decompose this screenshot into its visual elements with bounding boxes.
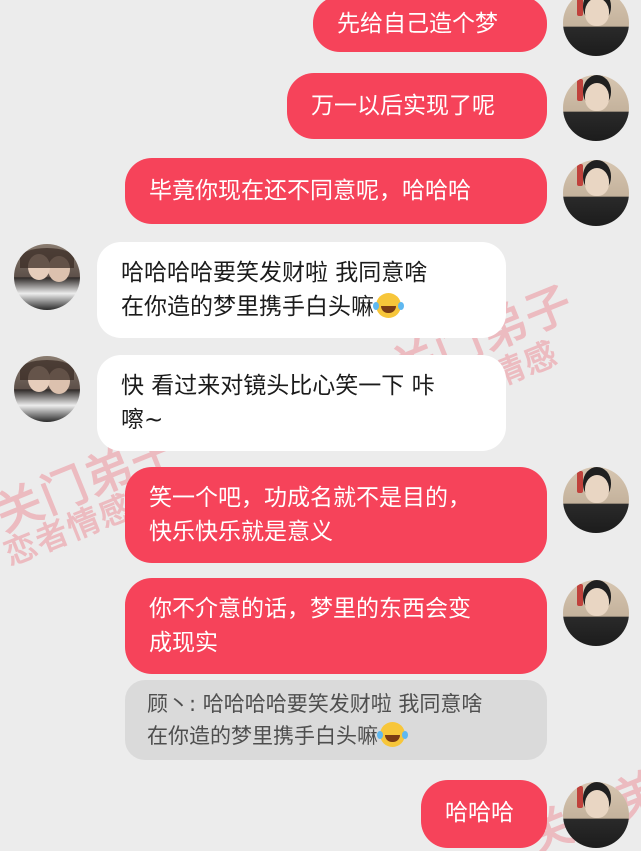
chat-view[interactable]: 关门弟子 恋者情感 关门弟子 恋者情感 关门弟子 先给自己造个梦 万一以后实现了… <box>0 0 641 851</box>
contact-avatar[interactable] <box>14 244 80 310</box>
message-text: 先给自己造个梦 <box>337 11 498 37</box>
message-text: 万一以后实现了呢 <box>311 93 495 119</box>
message-text-line: 快乐快乐就是意义 <box>149 519 333 545</box>
message-bubble-received[interactable]: 哈哈哈哈要笑发财啦 我同意啥 在你造的梦里携手白头嘛 <box>97 242 506 338</box>
message-text-line: 快 看过来对镜头比心笑一下 咔 <box>121 373 435 399</box>
message-bubble-sent[interactable]: 笑一个吧，功成名就不是目的， 快乐快乐就是意义 <box>125 467 547 563</box>
contact-avatar[interactable] <box>14 356 80 422</box>
laughing-tears-emoji-icon <box>373 293 401 318</box>
message-text-line: 哈哈哈哈要笑发财啦 我同意啥 <box>121 260 428 286</box>
my-avatar[interactable] <box>563 75 629 141</box>
my-avatar[interactable] <box>563 160 629 226</box>
my-avatar[interactable] <box>563 0 629 56</box>
message-bubble-sent[interactable]: 万一以后实现了呢 <box>287 73 547 139</box>
quoted-message[interactable]: 顾丶: 哈哈哈哈要笑发财啦 我同意啥 在你造的梦里携手白头嘛 <box>125 680 547 760</box>
message-bubble-sent[interactable]: 先给自己造个梦 <box>313 0 547 52</box>
watermark: 恋者情感 <box>0 486 139 573</box>
message-bubble-sent[interactable]: 你不介意的话，梦里的东西会变 成现实 <box>125 578 547 674</box>
message-bubble-received[interactable]: 快 看过来对镜头比心笑一下 咔 嚓~ <box>97 355 506 451</box>
message-text-line: 在你造的梦里携手白头嘛 <box>121 290 506 324</box>
my-avatar[interactable] <box>563 580 629 646</box>
my-avatar[interactable] <box>563 782 629 848</box>
quoted-text-line: 在你造的梦里携手白头嘛 <box>147 720 547 752</box>
message-text-line: 你不介意的话，梦里的东西会变 <box>149 596 471 622</box>
message-text: 哈哈哈 <box>445 800 514 826</box>
message-text-line: 笑一个吧，功成名就不是目的， <box>149 485 471 511</box>
message-bubble-sent[interactable]: 哈哈哈 <box>421 780 547 848</box>
message-bubble-sent[interactable]: 毕竟你现在还不同意呢，哈哈哈 <box>125 158 547 224</box>
message-text: 毕竟你现在还不同意呢，哈哈哈 <box>149 178 471 204</box>
message-text-line: 成现实 <box>149 630 218 656</box>
laughing-tears-emoji-icon <box>377 722 405 747</box>
quoted-text-line: 顾丶: 哈哈哈哈要笑发财啦 我同意啥 <box>147 692 483 716</box>
my-avatar[interactable] <box>563 467 629 533</box>
message-text-line: 嚓~ <box>121 407 164 433</box>
